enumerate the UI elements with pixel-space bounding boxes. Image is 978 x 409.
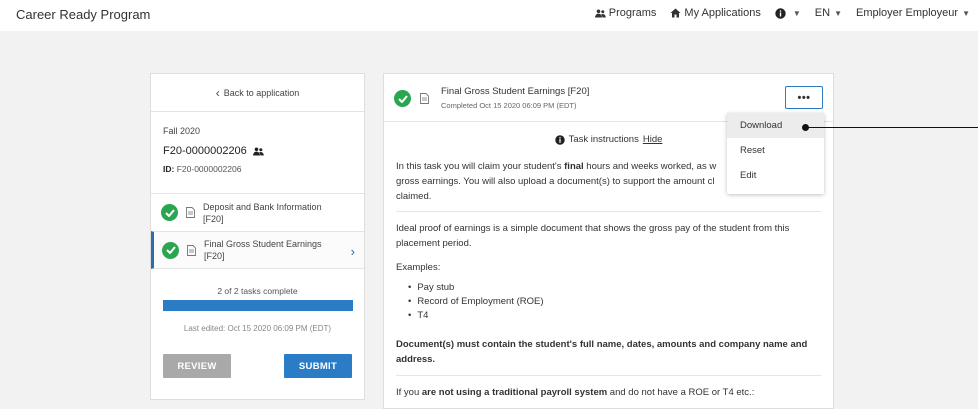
requirements-paragraph: Document(s) must contain the student's f…	[396, 339, 808, 365]
chevron-down-icon: ▼	[962, 8, 970, 18]
last-edited: Last edited: Oct 15 2020 06:09 PM (EDT)	[183, 324, 332, 333]
document-icon	[187, 244, 196, 256]
check-circle-icon	[162, 241, 179, 259]
back-label: Back to application	[223, 87, 300, 98]
p5-text-a: If you	[396, 387, 422, 398]
id-label: ID:	[163, 164, 175, 174]
document-icon	[420, 93, 429, 104]
top-bar: Career Ready Program Programs My Applica…	[0, 0, 978, 31]
nav-programs-label: Programs	[608, 7, 657, 19]
back-to-application-link[interactable]: ‹ Back to application	[151, 74, 364, 112]
p5-bold: are not using a traditional payroll syst…	[421, 387, 608, 398]
divider	[396, 375, 821, 376]
p5-text-b: and do not have a ROE or T4 etc.:	[607, 387, 755, 398]
term-label: Fall 2020	[163, 126, 201, 136]
language-menu[interactable]: EN ▼	[815, 7, 842, 19]
people-icon	[252, 147, 264, 155]
task-label: Deposit and Bank Information [F20]	[203, 201, 322, 224]
user-menu[interactable]: Employer Employeur ▼	[856, 7, 970, 19]
task-item-final-earnings[interactable]: Final Gross Student Earnings [F20] ›	[151, 231, 364, 269]
application-number: F20-0000002206	[163, 145, 352, 157]
progress-bar-fill	[163, 300, 353, 311]
progress-text: 2 of 2 tasks complete	[217, 286, 298, 296]
task-title: Final Gross Student Earnings [F20]	[441, 86, 590, 97]
chevron-down-icon: ▼	[834, 8, 842, 18]
chevron-left-icon: ‹	[215, 85, 220, 100]
progress-bar	[163, 300, 353, 311]
task-instructions-label: Task instructions	[568, 134, 639, 145]
menu-item-edit[interactable]: Edit	[727, 163, 824, 188]
p1-text-d: claimed.	[396, 191, 432, 202]
p1-text-c: gross earnings. You will also upload a d…	[396, 176, 715, 187]
task-completed-date: Completed Oct 15 2020 06:09 PM (EDT)	[441, 101, 577, 110]
list-item: Pay stub	[408, 281, 544, 295]
brand-title[interactable]: Career Ready Program	[16, 7, 150, 22]
menu-item-reset[interactable]: Reset	[727, 138, 824, 163]
list-item: T4	[408, 309, 544, 323]
document-icon	[186, 207, 195, 218]
p1-text-b: hours and weeks worked, as w	[583, 161, 717, 172]
language-label: EN	[814, 7, 831, 19]
p1-bold: final	[564, 161, 584, 172]
annotation-pointer-line	[805, 127, 978, 128]
nav-programs[interactable]: Programs	[594, 7, 657, 19]
user-name: Employer Employeur	[855, 7, 959, 19]
more-options-button[interactable]: •••	[785, 86, 823, 109]
id-value: F20-0000002206	[176, 164, 242, 174]
nav-my-applications[interactable]: My Applications	[670, 7, 761, 19]
application-id: ID: F20-0000002206	[163, 164, 352, 174]
annotation-pointer-dot	[802, 124, 809, 131]
task-label: Final Gross Student Earnings [F20]	[204, 239, 322, 261]
task-item-deposit[interactable]: Deposit and Bank Information [F20]	[151, 193, 364, 231]
proof-paragraph: Ideal proof of earnings is a simple docu…	[396, 223, 790, 249]
chevron-right-icon: ›	[350, 244, 355, 259]
menu-item-download[interactable]: Download	[727, 113, 824, 138]
p1-text-a: In this task you will claim your student…	[396, 161, 565, 172]
more-options-menu: Download Reset Edit	[727, 113, 824, 194]
info-icon	[554, 134, 565, 145]
examples-list: Pay stub Record of Employment (ROE) T4	[408, 281, 544, 323]
people-icon	[594, 9, 606, 17]
application-number-text: F20-0000002206	[163, 145, 247, 157]
help-menu[interactable]: ▼	[775, 7, 801, 19]
payroll-paragraph: If you are not using a traditional payro…	[396, 385, 826, 400]
list-item: Record of Employment (ROE)	[408, 295, 543, 309]
info-icon	[775, 7, 786, 19]
nav-my-applications-label: My Applications	[684, 7, 761, 19]
examples-label: Examples:	[396, 262, 441, 273]
chevron-down-icon: ▼	[792, 8, 801, 18]
hide-instructions-link[interactable]: Hide	[643, 134, 663, 145]
check-circle-icon	[161, 204, 178, 221]
top-nav: Programs My Applications ▼ EN ▼ Employer…	[581, 7, 970, 19]
application-sidebar: ‹ Back to application Fall 2020 F20-0000…	[150, 73, 365, 400]
home-icon	[670, 8, 681, 18]
submit-button[interactable]: SUBMIT	[284, 354, 352, 378]
check-circle-icon	[394, 90, 411, 107]
divider	[396, 211, 821, 212]
review-button[interactable]: REVIEW	[163, 354, 231, 378]
